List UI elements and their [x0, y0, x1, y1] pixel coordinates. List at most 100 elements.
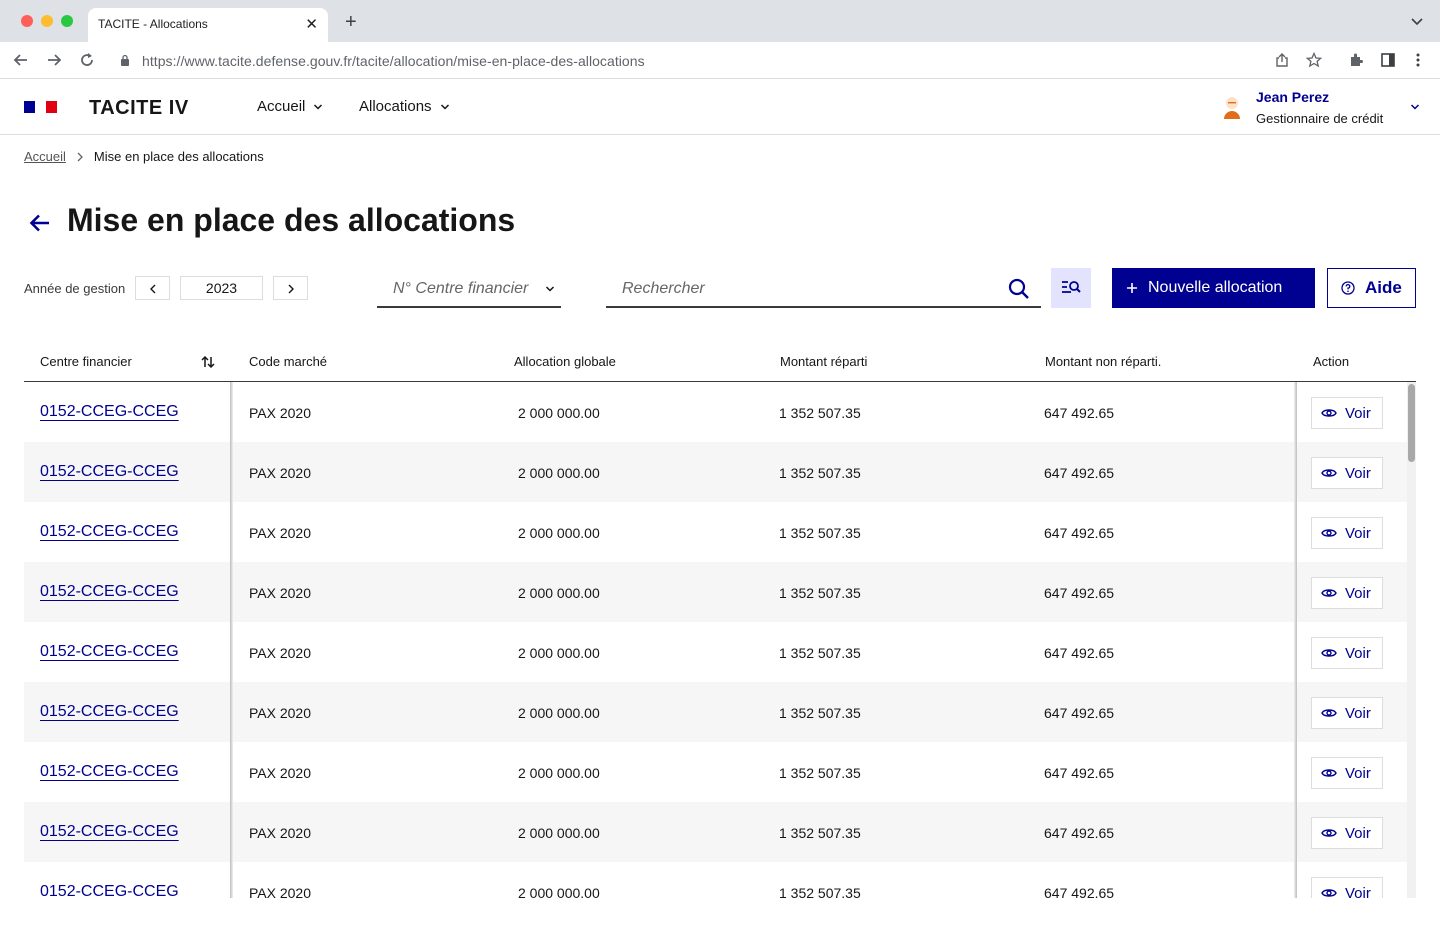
cell-code-marche: PAX 2020	[249, 525, 312, 541]
year-next-button[interactable]	[273, 276, 308, 300]
tab-search-chevron-icon[interactable]	[1410, 14, 1424, 28]
window-minimize-button[interactable]	[41, 15, 53, 27]
window-close-button[interactable]	[21, 15, 33, 27]
user-name[interactable]: Jean Perez	[1256, 89, 1329, 105]
cell-code-marche: PAX 2020	[249, 405, 312, 421]
cell-montant-reparti: 1 352 507.35	[779, 705, 861, 721]
centre-financier-link[interactable]: 0152-CCEG-CCEG	[40, 463, 179, 481]
cell-allocation-globale: 2 000 000.00	[518, 825, 600, 841]
url-field[interactable]: https://www.tacite.defense.gouv.fr/tacit…	[108, 46, 1336, 75]
breadcrumb: Accueil Mise en place des allocations	[24, 149, 264, 164]
chevron-right-icon	[288, 284, 294, 294]
column-header-centre-financier[interactable]: Centre financier	[40, 354, 132, 369]
help-button[interactable]: Aide	[1327, 268, 1416, 308]
cell-montant-non-reparti: 647 492.65	[1044, 405, 1115, 421]
voir-button[interactable]: Voir	[1311, 457, 1383, 489]
voir-button[interactable]: Voir	[1311, 397, 1383, 429]
eye-icon	[1321, 589, 1337, 597]
centre-financier-link[interactable]: 0152-CCEG-CCEG	[40, 823, 179, 841]
cell-montant-reparti: 1 352 507.35	[779, 465, 861, 481]
browser-menu-icon[interactable]	[1410, 52, 1426, 68]
centre-financier-link[interactable]: 0152-CCEG-CCEG	[40, 883, 179, 898]
back-icon[interactable]	[12, 51, 30, 69]
share-icon[interactable]	[1274, 52, 1290, 68]
window-maximize-button[interactable]	[61, 15, 73, 27]
breadcrumb-home-link[interactable]: Accueil	[24, 149, 66, 164]
bookmark-star-icon[interactable]	[1306, 52, 1322, 68]
centre-financier-link[interactable]: 0152-CCEG-CCEG	[40, 703, 179, 721]
extensions-icon[interactable]	[1348, 52, 1364, 68]
reload-icon[interactable]	[78, 51, 96, 69]
forward-icon[interactable]	[45, 51, 63, 69]
eye-icon	[1321, 529, 1337, 537]
voir-label: Voir	[1345, 884, 1371, 899]
column-header-action: Action	[1313, 354, 1350, 369]
voir-label: Voir	[1345, 824, 1371, 842]
column-header-code-marche: Code marché	[249, 354, 328, 369]
year-previous-button[interactable]	[135, 276, 170, 300]
chevron-down-icon	[440, 103, 449, 110]
cell-montant-non-reparti: 647 492.65	[1044, 885, 1115, 898]
voir-label: Voir	[1345, 584, 1371, 602]
sort-icon[interactable]	[200, 354, 216, 370]
scrollbar-thumb[interactable]	[1408, 384, 1415, 462]
search-input[interactable]: Rechercher	[606, 271, 1041, 308]
cell-montant-non-reparti: 647 492.65	[1044, 585, 1115, 601]
nav-menu-label: Allocations	[359, 98, 432, 115]
cell-montant-non-reparti: 647 492.65	[1044, 465, 1115, 481]
voir-label: Voir	[1345, 464, 1371, 482]
eye-icon	[1321, 649, 1337, 657]
table-scrollbar[interactable]	[1407, 382, 1416, 898]
column-header-montant-reparti: Montant réparti	[780, 354, 868, 369]
centre-financier-placeholder: N° Centre financier	[393, 280, 529, 297]
cell-montant-non-reparti: 647 492.65	[1044, 525, 1115, 541]
centre-financier-link[interactable]: 0152-CCEG-CCEG	[40, 523, 179, 541]
voir-button[interactable]: Voir	[1311, 577, 1383, 609]
new-allocation-button[interactable]: Nouvelle allocation	[1112, 268, 1315, 308]
new-tab-icon[interactable]: +	[345, 11, 357, 34]
plus-icon	[1127, 283, 1137, 293]
search-icon[interactable]	[1007, 277, 1031, 301]
cell-montant-non-reparti: 647 492.65	[1044, 765, 1115, 781]
cell-code-marche: PAX 2020	[249, 765, 312, 781]
chevron-left-icon	[150, 284, 156, 294]
advanced-search-button[interactable]	[1051, 268, 1091, 308]
app-brand[interactable]: TACITE IV	[89, 97, 189, 120]
user-menu-chevron-icon[interactable]	[1410, 102, 1420, 112]
browser-address-bar: https://www.tacite.defense.gouv.fr/tacit…	[0, 42, 1440, 79]
centre-financier-link[interactable]: 0152-CCEG-CCEG	[40, 643, 179, 661]
nav-menu-allocations[interactable]: Allocations	[359, 98, 450, 115]
nav-menu-accueil[interactable]: Accueil	[257, 98, 323, 115]
cell-montant-non-reparti: 647 492.65	[1044, 645, 1115, 661]
help-circle-icon	[1341, 281, 1355, 295]
centre-financier-link[interactable]: 0152-CCEG-CCEG	[40, 763, 179, 781]
year-input[interactable]: 2023	[180, 276, 263, 300]
voir-button[interactable]: Voir	[1311, 817, 1383, 849]
tab-close-icon[interactable]: ✕	[305, 15, 318, 33]
user-avatar-icon[interactable]	[1220, 95, 1244, 121]
centre-financier-link[interactable]: 0152-CCEG-CCEG	[40, 403, 179, 421]
centre-financier-select[interactable]: N° Centre financier	[377, 271, 561, 308]
centre-financier-link[interactable]: 0152-CCEG-CCEG	[40, 583, 179, 601]
sticky-column-divider	[230, 382, 233, 898]
cell-montant-non-reparti: 647 492.65	[1044, 825, 1115, 841]
cell-montant-reparti: 1 352 507.35	[779, 765, 861, 781]
cell-allocation-globale: 2 000 000.00	[518, 525, 600, 541]
cell-montant-reparti: 1 352 507.35	[779, 405, 861, 421]
breadcrumb-current: Mise en place des allocations	[93, 149, 264, 164]
voir-label: Voir	[1345, 404, 1371, 422]
cell-allocation-globale: 2 000 000.00	[518, 765, 600, 781]
voir-button[interactable]: Voir	[1311, 877, 1383, 898]
sticky-column-divider	[1294, 382, 1297, 898]
url-text: https://www.tacite.defense.gouv.fr/tacit…	[142, 53, 645, 69]
year-label: Année de gestion	[24, 281, 126, 296]
cell-allocation-globale: 2 000 000.00	[518, 645, 600, 661]
voir-button[interactable]: Voir	[1311, 517, 1383, 549]
cell-allocation-globale: 2 000 000.00	[518, 885, 600, 898]
voir-button[interactable]: Voir	[1311, 637, 1383, 669]
voir-button[interactable]: Voir	[1311, 757, 1383, 789]
voir-button[interactable]: Voir	[1311, 697, 1383, 729]
side-panel-icon[interactable]	[1380, 52, 1396, 68]
browser-tab[interactable]: TACITE - Allocations ✕	[88, 8, 328, 42]
back-arrow-icon[interactable]	[28, 211, 52, 235]
